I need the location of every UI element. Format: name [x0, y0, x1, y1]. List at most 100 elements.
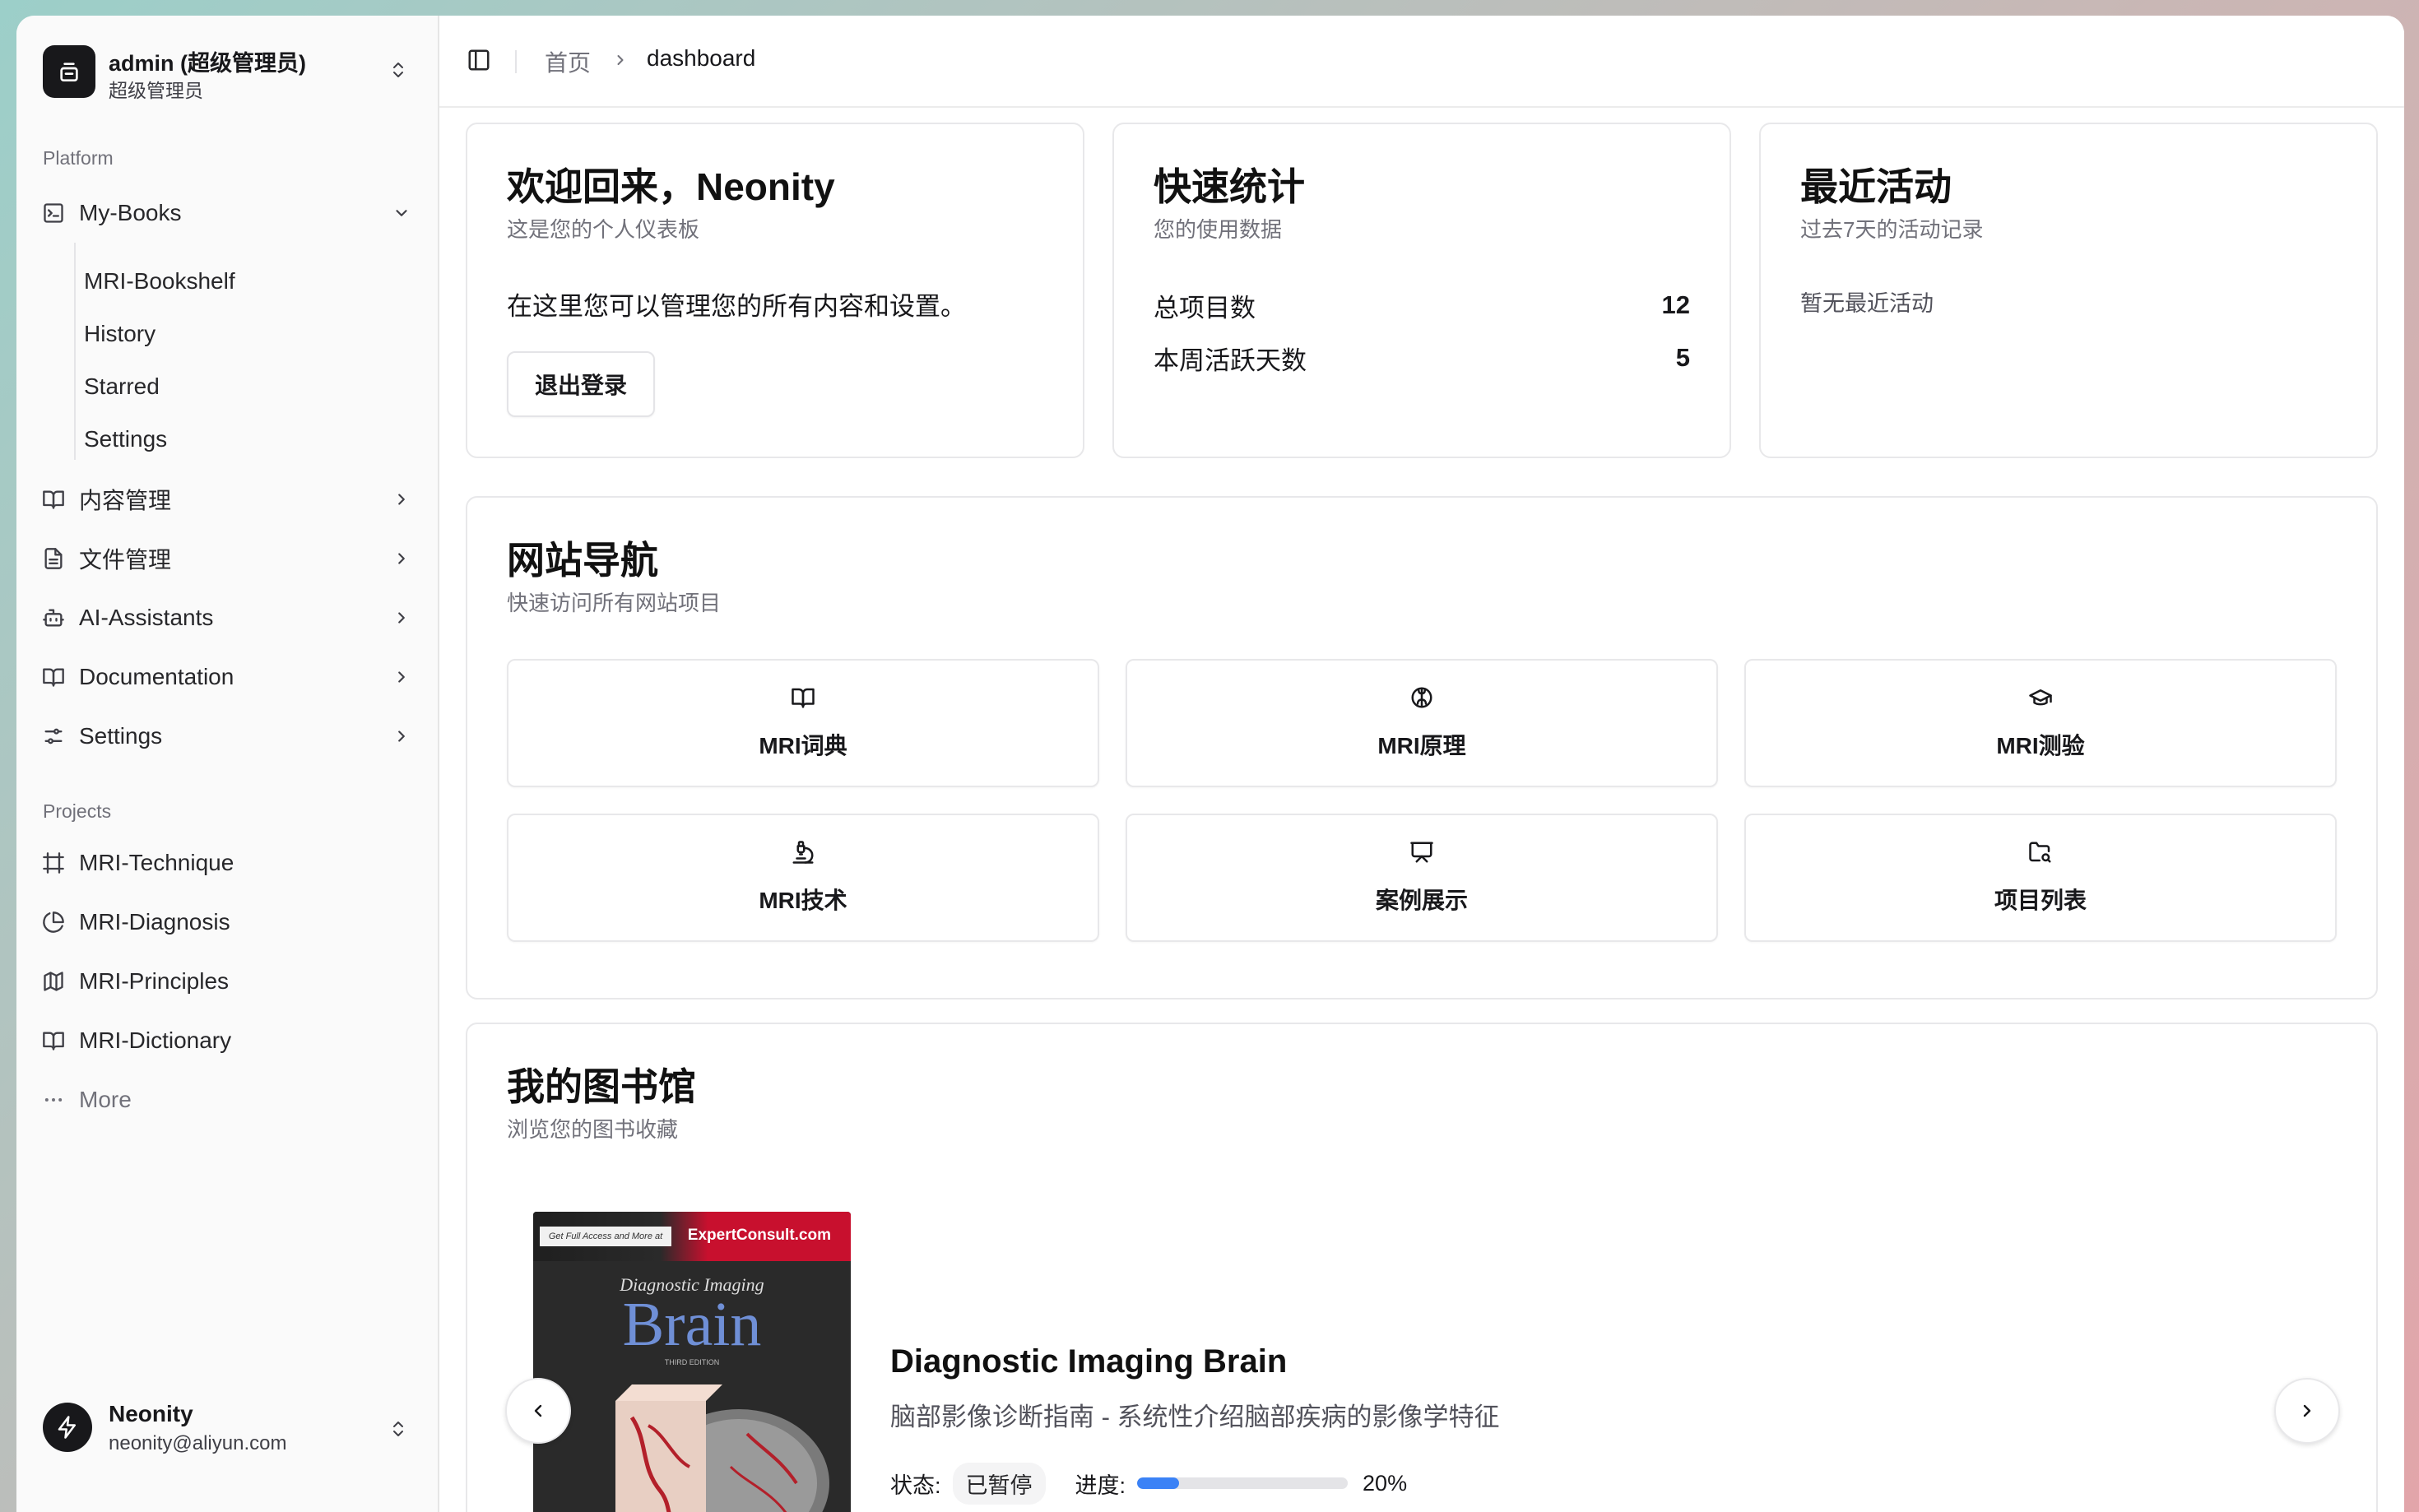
sidebar-item-file-management[interactable]: 文件管理 [41, 536, 428, 582]
graduation-cap-icon [1746, 685, 2335, 712]
logout-button[interactable]: 退出登录 [507, 351, 655, 417]
user-email: neonity@aliyun.com [109, 1432, 287, 1454]
nav-tile-mri-technique[interactable]: MRI技术 [507, 814, 1099, 942]
book-open-icon [41, 487, 66, 512]
sidebar-subitem-starred[interactable]: Starred [84, 366, 160, 407]
chevron-down-icon [390, 202, 413, 225]
sidebar-item-label: AI-Assistants [79, 605, 214, 630]
sidebar-item-ai-assistants[interactable]: AI-Assistants [41, 595, 428, 641]
chevron-right-icon [390, 725, 413, 748]
project-item-mri-dictionary[interactable]: MRI-Dictionary [41, 1018, 428, 1064]
library-subtitle: 浏览您的图书收藏 [507, 1117, 679, 1142]
chevrons-up-down-icon [387, 55, 410, 85]
book-description: 脑部影像诊断指南 - 系统性介绍脑部疾病的影像学特征 [890, 1403, 1500, 1431]
sidebar-subitem-settings[interactable]: Settings [84, 419, 167, 460]
sidebar-item-label: Settings [79, 723, 163, 749]
header-divider [515, 50, 517, 73]
project-item-label: MRI-Principles [79, 968, 230, 994]
stat-label: 总项目数 [1154, 293, 1256, 322]
avatar [43, 1403, 92, 1452]
project-item-mri-principles[interactable]: MRI-Principles [41, 958, 428, 1004]
chevron-right-icon [390, 488, 413, 511]
sidebar-subitem-history[interactable]: History [84, 313, 156, 355]
chevron-left-icon [534, 1404, 542, 1417]
sidebar-item-label: 内容管理 [79, 488, 172, 513]
welcome-body: 在这里您可以管理您的所有内容和设置。 [507, 292, 966, 321]
project-item-mri-technique[interactable]: MRI-Technique [41, 840, 428, 886]
sidebar: admin (超级管理员) 超级管理员 Platform My-Books MR… [16, 16, 438, 1512]
team-name: admin (超级管理员) [109, 51, 306, 76]
status-label: 状态: [890, 1473, 941, 1498]
cover-edition: THIRD EDITION [664, 1358, 720, 1366]
recent-activity-card: 最近活动 过去7天的活动记录 暂无最近活动 [1759, 123, 2378, 458]
project-item-mri-diagnosis[interactable]: MRI-Diagnosis [41, 899, 428, 945]
breadcrumb-current: dashboard [647, 45, 756, 71]
chevron-right-icon [2303, 1404, 2311, 1417]
library-title: 我的图书馆 [507, 1065, 696, 1108]
chevron-right-icon [390, 666, 413, 689]
stats-title: 快速统计 [1154, 165, 1305, 208]
cover-small-text: Get Full Access and More at [540, 1227, 671, 1246]
platform-group-label: Platform [43, 147, 114, 169]
sidebar-item-my-books[interactable]: My-Books [41, 190, 428, 236]
quick-stats-card: 快速统计 您的使用数据 总项目数 12 本周活跃天数 5 [1112, 123, 1731, 458]
progress-value: 20% [1363, 1470, 1408, 1496]
square-terminal-icon [41, 201, 66, 225]
more-projects-button[interactable]: More [41, 1077, 428, 1123]
project-item-label: MRI-Dictionary [79, 1027, 232, 1053]
nav-tile-case-showcase[interactable]: 案例展示 [1126, 814, 1718, 942]
nav-tile-mri-principles[interactable]: MRI原理 [1126, 659, 1718, 787]
breadcrumb-home[interactable]: 首页 [545, 45, 591, 78]
site-navigation-card: 网站导航 快速访问所有网站项目 MRI词典 MRI原理 MRI测验 MRI技术 … [466, 496, 2378, 999]
pie-chart-icon [41, 910, 66, 935]
team-switcher[interactable]: admin (超级管理员) 超级管理员 [43, 42, 429, 108]
nav-tile-label: 项目列表 [1994, 888, 2087, 913]
chevron-right-icon [390, 547, 413, 570]
book-open-icon [508, 685, 1098, 712]
nav-tile-mri-dictionary[interactable]: MRI词典 [507, 659, 1099, 787]
settings-sliders-icon [41, 724, 66, 749]
nav-tile-project-list[interactable]: 项目列表 [1744, 814, 2337, 942]
welcome-title: 欢迎回来，Neonity [507, 165, 835, 208]
user-name: Neonity [109, 1401, 193, 1426]
sidebar-item-label: Documentation [79, 664, 234, 689]
book-title[interactable]: Diagnostic Imaging Brain [890, 1343, 1287, 1380]
nav-tile-label: MRI原理 [1377, 733, 1466, 758]
stat-row-total-projects: 总项目数 12 [1154, 287, 1690, 323]
book-cover-image[interactable]: Get Full Access and More at ExpertConsul… [533, 1212, 851, 1512]
activity-subtitle: 过去7天的活动记录 [1800, 217, 1984, 242]
site-nav-subtitle: 快速访问所有网站项目 [507, 591, 722, 615]
team-role: 超级管理员 [109, 80, 203, 101]
chevrons-up-down-icon [387, 1414, 410, 1444]
sidebar-item-label: 文件管理 [79, 547, 172, 573]
folder-search-icon [1746, 840, 2335, 866]
cover-brand: ExpertConsult.com [687, 1227, 831, 1244]
progress-label: 进度: [1075, 1473, 1126, 1498]
nav-tile-label: MRI测验 [1996, 733, 2085, 758]
microscope-icon [508, 840, 1098, 866]
chevron-right-icon [390, 606, 413, 629]
book-meta-row: 状态: 已暂停 进度: 20% [890, 1462, 1408, 1505]
sidebar-item-documentation[interactable]: Documentation [41, 654, 428, 700]
brain-icon [1127, 685, 1716, 712]
frame-icon [41, 851, 66, 875]
nav-tile-label: 案例展示 [1375, 888, 1468, 913]
nav-tile-mri-quiz[interactable]: MRI测验 [1744, 659, 2337, 787]
carousel-next-button[interactable] [2274, 1378, 2340, 1444]
sidebar-item-content-management[interactable]: 内容管理 [41, 476, 428, 522]
user-menu[interactable]: Neonity neonity@aliyun.com [43, 1398, 429, 1463]
sidebar-toggle-icon[interactable] [464, 45, 494, 75]
sidebar-item-label: My-Books [79, 200, 182, 225]
submenu-guide-line [74, 243, 76, 460]
stat-value: 5 [1675, 343, 1690, 372]
cover-brain-illustration [615, 1384, 829, 1512]
sidebar-item-settings[interactable]: Settings [41, 713, 428, 759]
breadcrumb-chevron-icon [611, 49, 630, 72]
sidebar-subitem-mri-bookshelf[interactable]: MRI-Bookshelf [84, 261, 235, 302]
library-card: 我的图书馆 浏览您的图书收藏 Get Full Access and More … [466, 1023, 2378, 1512]
book-open-icon [41, 665, 66, 689]
carousel-prev-button[interactable] [505, 1378, 571, 1444]
map-icon [41, 969, 66, 994]
book-open-icon [41, 1028, 66, 1053]
activity-title: 最近活动 [1800, 165, 1952, 208]
